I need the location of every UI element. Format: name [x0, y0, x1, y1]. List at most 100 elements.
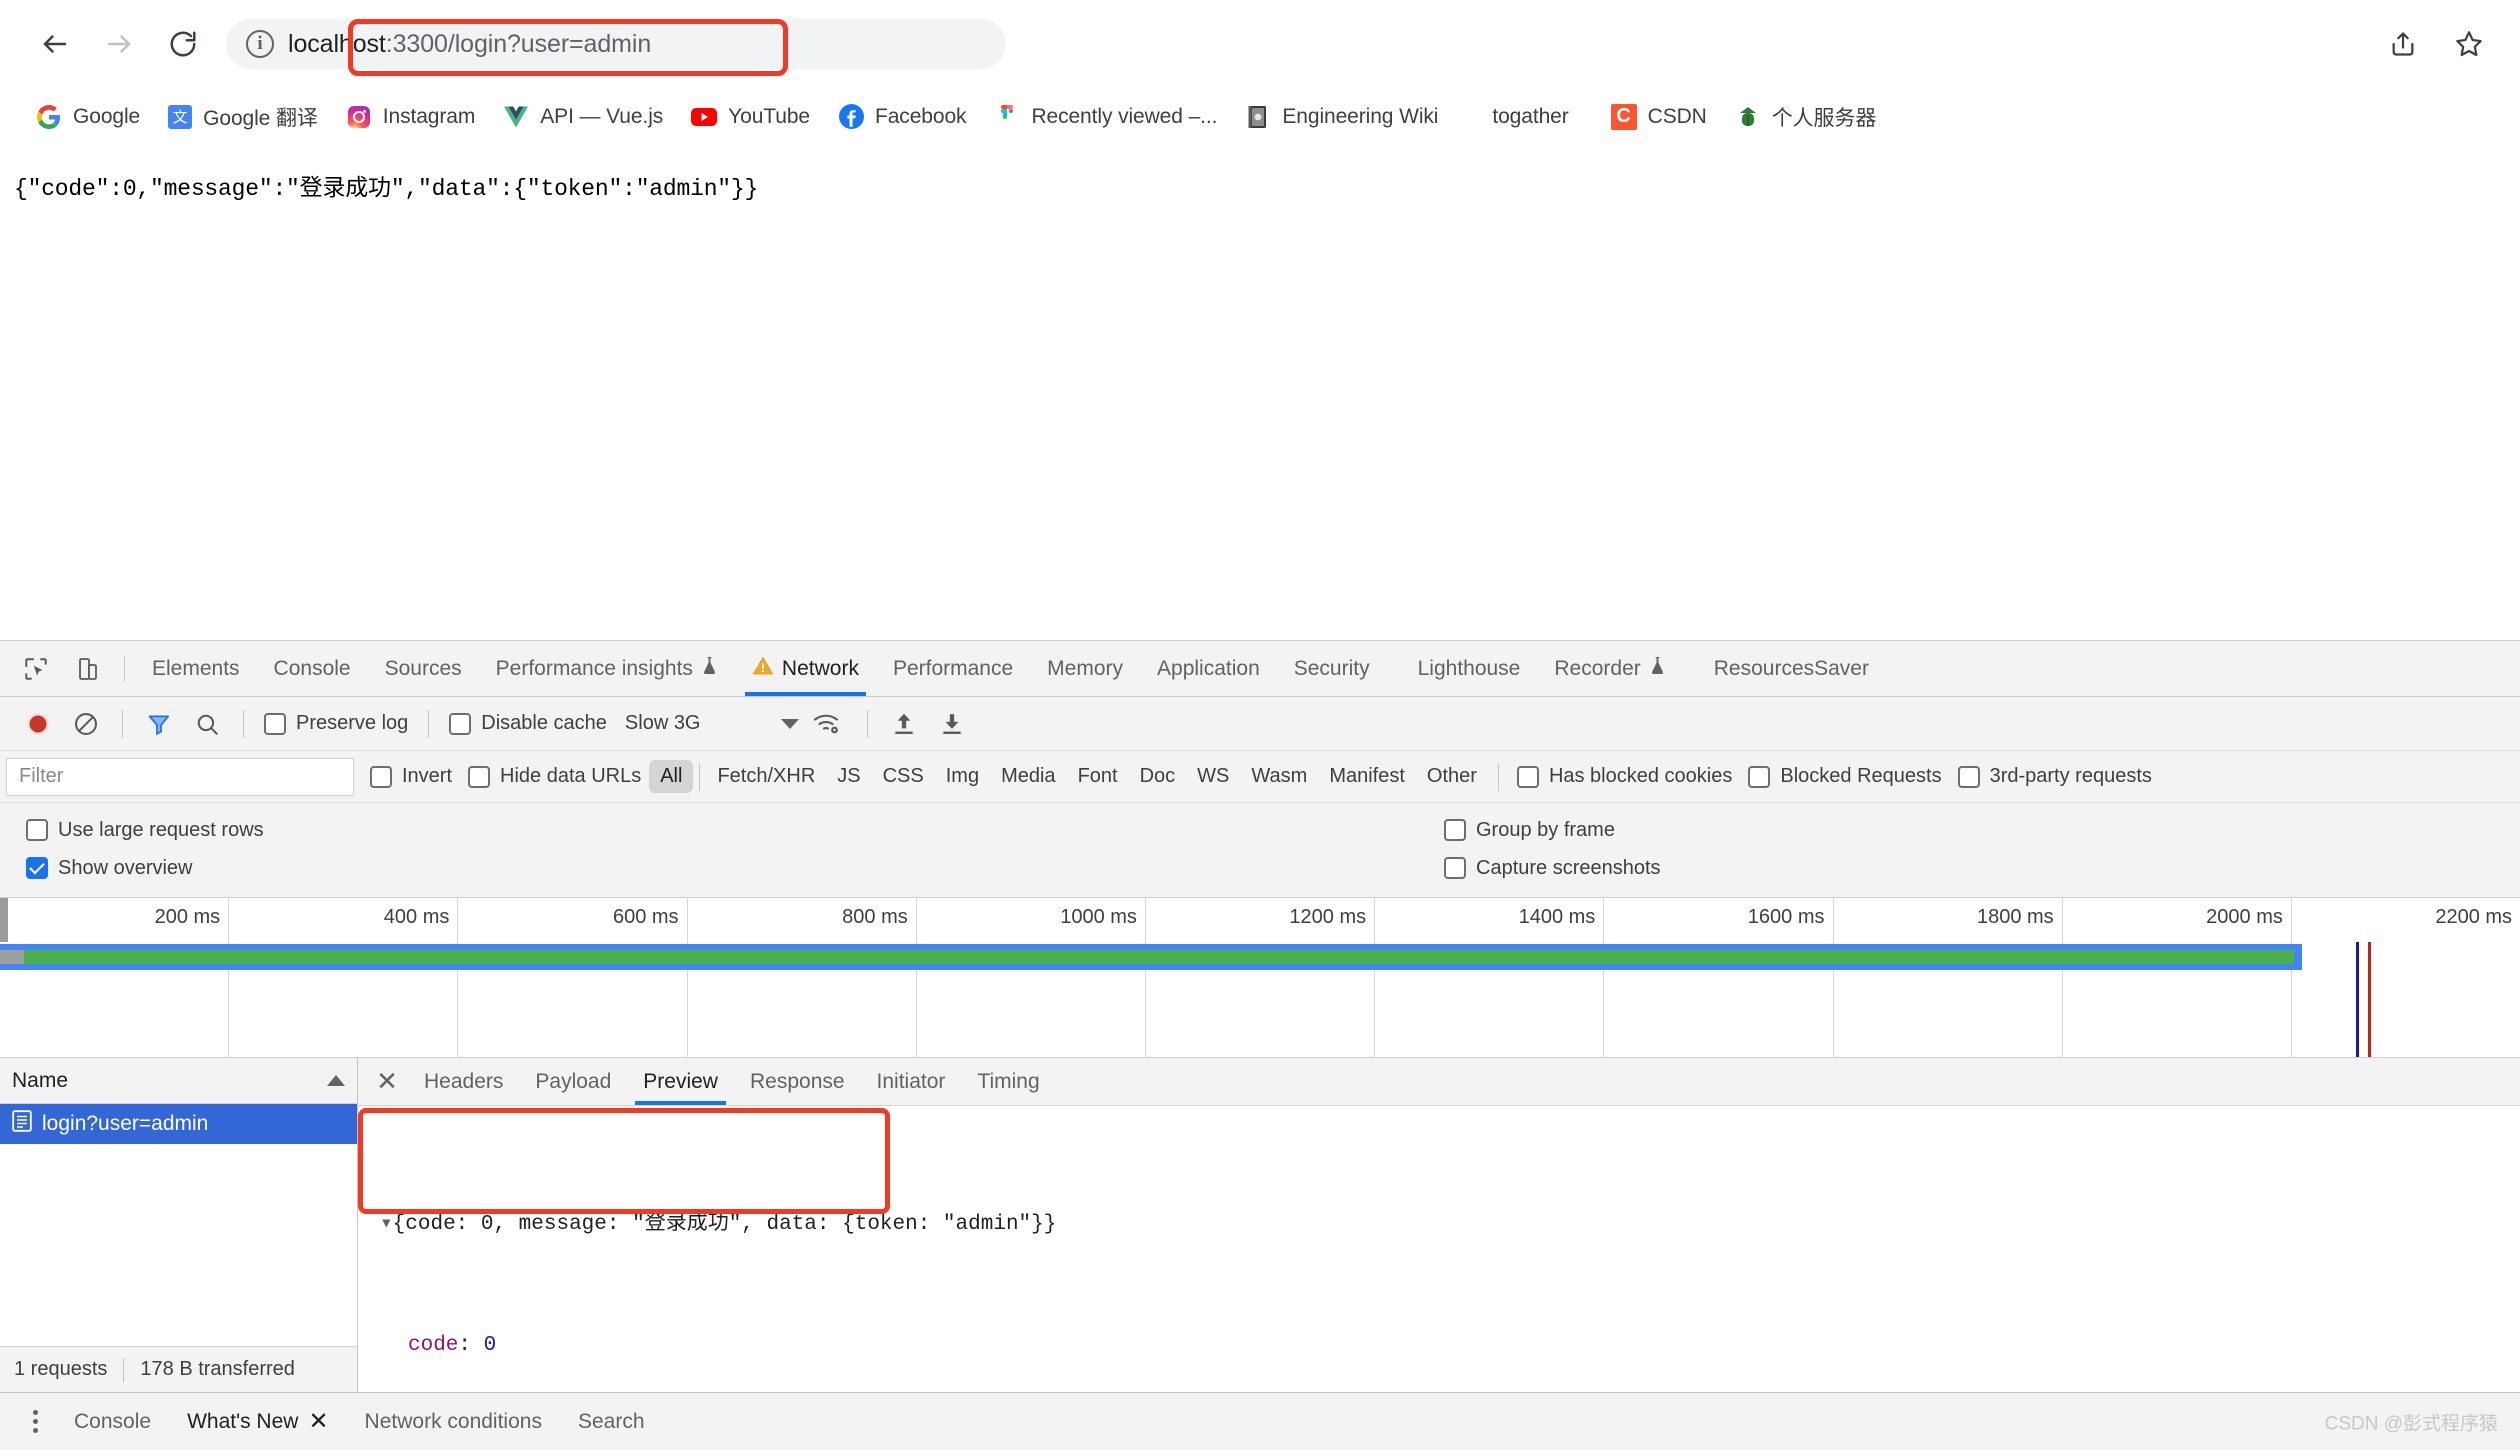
- detail-tab-response[interactable]: Response: [734, 1058, 861, 1105]
- show-overview-checkbox[interactable]: Show overview: [18, 857, 201, 880]
- disable-cache-checkbox[interactable]: Disable cache: [441, 712, 615, 735]
- tick-label: 1800 ms: [1976, 906, 2054, 928]
- collapse-triangle-icon[interactable]: ▾: [380, 1213, 393, 1236]
- tab-sources[interactable]: Sources: [368, 641, 479, 696]
- checkbox-box[interactable]: [26, 819, 48, 841]
- tab-performance[interactable]: Performance: [876, 641, 1030, 696]
- close-icon[interactable]: ✕: [308, 1407, 328, 1436]
- bookmark-engineering-wiki[interactable]: Engineering Wiki: [1231, 97, 1452, 137]
- share-icon[interactable]: [2378, 19, 2428, 69]
- wifi-settings-icon[interactable]: [799, 702, 855, 746]
- request-list-header[interactable]: Name: [0, 1058, 357, 1104]
- bookmark-google[interactable]: Google: [22, 97, 154, 137]
- detail-tab-timing[interactable]: Timing: [961, 1058, 1055, 1105]
- address-bar[interactable]: i localhost:3300/login?user=admin: [226, 19, 1006, 69]
- checkbox-box[interactable]: [1516, 765, 1539, 788]
- checkbox-box[interactable]: [1748, 765, 1771, 788]
- tab-application[interactable]: Application: [1140, 641, 1277, 696]
- bookmark-google-translate[interactable]: 文 Google 翻译: [154, 95, 332, 139]
- resource-type-wasm[interactable]: Wasm: [1240, 760, 1318, 793]
- tab-security[interactable]: Security: [1277, 641, 1387, 696]
- checkbox-box[interactable]: [449, 712, 472, 735]
- checkbox-box[interactable]: [1444, 857, 1466, 879]
- checkbox-box[interactable]: [468, 765, 491, 788]
- tab-lighthouse[interactable]: Lighthouse: [1401, 641, 1538, 696]
- bookmark-instagram[interactable]: Instagram: [332, 97, 489, 137]
- resource-type-font[interactable]: Font: [1067, 760, 1129, 793]
- resource-type-ws[interactable]: WS: [1186, 760, 1240, 793]
- bookmark-label: 个人服务器: [1771, 106, 1877, 130]
- third-party-requests-checkbox[interactable]: 3rd-party requests: [1950, 765, 2160, 788]
- checkbox-box[interactable]: [26, 857, 48, 879]
- back-button[interactable]: [26, 15, 84, 73]
- resource-type-all[interactable]: All: [649, 760, 694, 793]
- checkbox-box[interactable]: [1957, 765, 1980, 788]
- tab-recorder[interactable]: Recorder: [1537, 641, 1682, 696]
- filter-input[interactable]: Filter: [6, 757, 354, 796]
- preserve-log-checkbox[interactable]: Preserve log: [256, 712, 416, 735]
- search-icon[interactable]: [183, 702, 231, 746]
- site-info-icon[interactable]: i: [246, 30, 274, 58]
- network-overview-timeline[interactable]: 200 ms 400 ms 600 ms 800 ms 1000 ms 1200…: [0, 898, 2520, 1058]
- detail-tab-preview[interactable]: Preview: [627, 1058, 734, 1105]
- bookmark-personal-server[interactable]: 个人服务器: [1721, 95, 1891, 139]
- record-button[interactable]: [14, 702, 62, 746]
- tab-network[interactable]: Network: [735, 641, 876, 696]
- invert-checkbox[interactable]: Invert: [362, 765, 460, 788]
- bookmark-togather[interactable]: togather: [1478, 98, 1582, 136]
- drawer-tab-search[interactable]: Search: [560, 1410, 663, 1434]
- blocked-requests-checkbox[interactable]: Blocked Requests: [1740, 765, 1949, 788]
- detail-tab-payload[interactable]: Payload: [519, 1058, 627, 1105]
- has-blocked-cookies-checkbox[interactable]: Has blocked cookies: [1509, 765, 1740, 788]
- device-toolbar-icon[interactable]: [62, 641, 114, 696]
- more-options-icon[interactable]: [14, 1401, 56, 1443]
- checkbox-box[interactable]: [1444, 819, 1466, 841]
- checkbox-box[interactable]: [370, 765, 392, 788]
- hide-data-urls-checkbox[interactable]: Hide data URLs: [460, 765, 649, 788]
- close-icon[interactable]: ✕: [366, 1058, 408, 1105]
- resource-type-media[interactable]: Media: [990, 760, 1066, 793]
- tab-console[interactable]: Console: [257, 641, 368, 696]
- use-large-request-rows-checkbox[interactable]: Use large request rows: [18, 819, 272, 842]
- resource-type-doc[interactable]: Doc: [1129, 760, 1187, 793]
- tab-elements[interactable]: Elements: [135, 641, 257, 696]
- detail-tab-headers[interactable]: Headers: [408, 1058, 519, 1105]
- chevron-down-icon[interactable]: [711, 702, 799, 746]
- star-icon[interactable]: [2444, 19, 2494, 69]
- filter-funnel-icon[interactable]: [135, 702, 183, 746]
- capture-screenshots-checkbox[interactable]: Capture screenshots: [1436, 857, 1669, 880]
- bookmark-csdn[interactable]: C CSDN: [1597, 97, 1721, 137]
- resource-type-other[interactable]: Other: [1416, 760, 1488, 793]
- reload-button[interactable]: [154, 15, 212, 73]
- checkbox-box[interactable]: [264, 712, 286, 735]
- tab-performance-insights[interactable]: Performance insights: [479, 641, 735, 696]
- detail-tab-initiator[interactable]: Initiator: [861, 1058, 962, 1105]
- json-root-line[interactable]: ▾{code: 0, message: "登录成功", data: {token…: [380, 1205, 2498, 1245]
- bookmark-youtube[interactable]: YouTube: [677, 97, 824, 137]
- drawer-tab-network-conditions[interactable]: Network conditions: [347, 1410, 560, 1434]
- throttling-select-value[interactable]: Slow 3G: [615, 712, 711, 735]
- sort-ascending-icon[interactable]: [327, 1075, 345, 1086]
- tab-memory[interactable]: Memory: [1030, 641, 1140, 696]
- import-har-icon[interactable]: [880, 702, 928, 746]
- drawer-tab-whats-new[interactable]: What's New ✕: [169, 1407, 346, 1436]
- omnibox-container: i localhost:3300/login?user=admin: [226, 13, 2358, 76]
- resource-type-js[interactable]: JS: [826, 760, 871, 793]
- ruler-tick: 1400 ms: [1375, 898, 1605, 942]
- forward-button[interactable]: [90, 15, 148, 73]
- resource-type-img[interactable]: Img: [935, 760, 990, 793]
- inspect-element-icon[interactable]: [10, 641, 62, 696]
- resource-type-css[interactable]: CSS: [872, 760, 935, 793]
- resource-type-fetch-xhr[interactable]: Fetch/XHR: [706, 760, 826, 793]
- checkbox-label: Group by frame: [1476, 818, 1615, 841]
- bookmark-figma-recently-viewed[interactable]: Recently viewed –...: [980, 97, 1231, 137]
- table-row[interactable]: login?user=admin: [0, 1104, 357, 1144]
- drawer-tab-console[interactable]: Console: [56, 1410, 169, 1434]
- export-har-icon[interactable]: [928, 702, 976, 746]
- bookmark-vuejs-api[interactable]: API — Vue.js: [489, 97, 677, 137]
- resource-type-manifest[interactable]: Manifest: [1318, 760, 1416, 793]
- group-by-frame-checkbox[interactable]: Group by frame: [1436, 819, 1623, 842]
- tab-resources-saver[interactable]: ResourcesSaver: [1697, 641, 1886, 696]
- bookmark-facebook[interactable]: Facebook: [824, 97, 980, 137]
- clear-button[interactable]: [62, 702, 110, 746]
